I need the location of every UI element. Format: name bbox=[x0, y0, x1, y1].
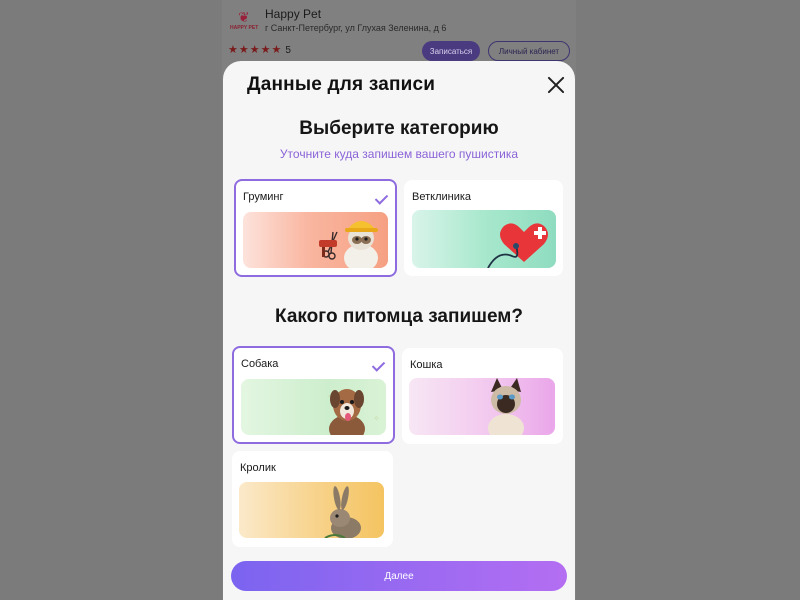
grooming-cat-image bbox=[243, 212, 388, 268]
star-icon: ★ bbox=[260, 44, 271, 56]
signup-button[interactable]: Записаться bbox=[422, 41, 480, 61]
star-icon: ★ bbox=[271, 44, 282, 56]
svg-text:✧: ✧ bbox=[373, 414, 380, 423]
checkmark-icon bbox=[377, 194, 389, 202]
checkmark-icon bbox=[374, 361, 386, 369]
cat-image bbox=[409, 378, 555, 435]
clinic-header: ❦ HAPPY PET Happy Pet г Санкт-Петербург,… bbox=[228, 6, 570, 62]
clinic-name: Happy Pet bbox=[265, 7, 322, 21]
dog-image: ✧ ✧ bbox=[241, 379, 386, 435]
clinic-address: г Санкт-Петербург, ул Глухая Зеленина, д… bbox=[265, 23, 447, 33]
vet-heart-image bbox=[412, 210, 556, 268]
category-label-grooming: Груминг bbox=[243, 191, 284, 203]
category-section-subtitle: Уточните куда запишем вашего пушистика bbox=[279, 147, 519, 161]
logo-text: HAPPY PET bbox=[230, 25, 259, 31]
booking-modal: Данные для записи Выберите категорию Уто… bbox=[223, 61, 575, 600]
category-section-title: Выберите категорию bbox=[299, 118, 499, 139]
pet-label-cat: Кошка bbox=[410, 359, 443, 371]
pet-card-dog[interactable]: Собака ✧ ✧ bbox=[232, 346, 395, 444]
star-icon: ★ bbox=[249, 44, 260, 56]
clinic-logo: ❦ HAPPY PET bbox=[230, 10, 258, 36]
star-icon: ★ bbox=[238, 44, 249, 56]
star-icon: ★ bbox=[228, 44, 238, 56]
category-card-vet[interactable]: Ветклиника bbox=[404, 180, 563, 276]
pet-card-cat[interactable]: Кошка bbox=[402, 348, 563, 444]
modal-title: Данные для записи bbox=[247, 74, 436, 95]
next-button[interactable]: Далее bbox=[231, 561, 567, 591]
clinic-rating: ★ ★ ★ ★ ★ 5 bbox=[228, 44, 291, 57]
pet-section-title: Какого питомца запишем? bbox=[275, 306, 523, 327]
rabbit-image bbox=[239, 482, 384, 538]
category-label-vet: Ветклиника bbox=[412, 191, 472, 203]
personal-cabinet-button[interactable]: Личный кабинет bbox=[488, 41, 570, 61]
heart-logo-icon: ❦ bbox=[238, 9, 250, 25]
pet-card-rabbit[interactable]: Кролик bbox=[232, 451, 393, 547]
pet-label-rabbit: Кролик bbox=[240, 462, 276, 474]
rating-value: 5 bbox=[285, 45, 291, 56]
close-icon[interactable] bbox=[547, 76, 565, 94]
pet-label-dog: Собака bbox=[241, 358, 279, 370]
category-card-grooming[interactable]: Груминг bbox=[234, 179, 397, 277]
